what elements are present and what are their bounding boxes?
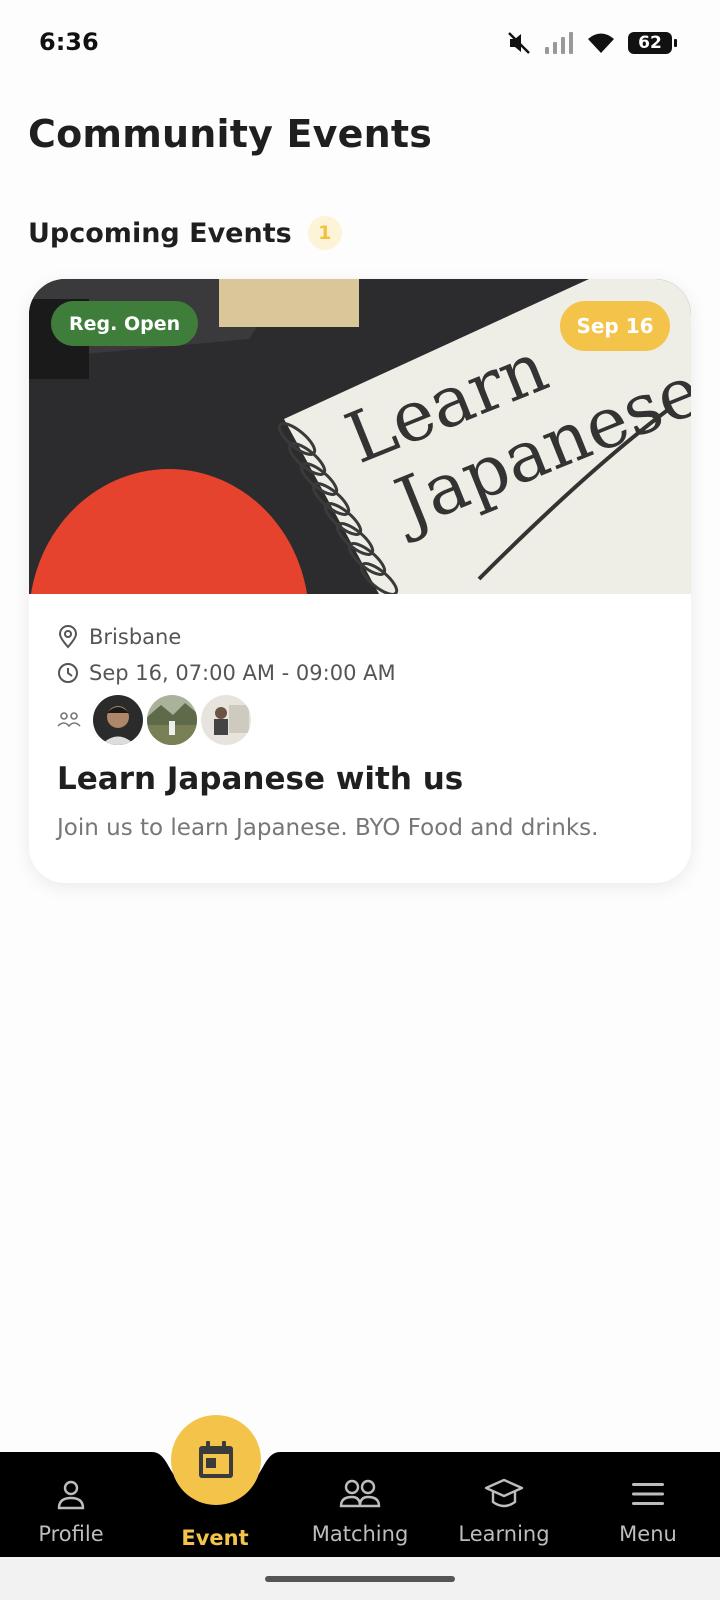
event-title: Learn Japanese with us: [57, 761, 464, 797]
event-card-body: Brisbane Sep 16, 07:00 AM - 09:00 AM Lea…: [57, 619, 663, 841]
mute-icon: [508, 32, 530, 54]
section-header: Upcoming Events 1: [28, 216, 342, 250]
event-date-badge: Sep 16: [560, 301, 670, 351]
nav-item-learning[interactable]: Learning: [434, 1452, 574, 1557]
avatar: [147, 695, 197, 745]
event-card[interactable]: Learn Japanese Reg. Open Sep 16 Brisbane…: [29, 279, 691, 883]
nav-item-menu[interactable]: Menu: [578, 1452, 718, 1557]
nav-item-event[interactable]: [171, 1415, 261, 1505]
person-icon: [57, 1480, 85, 1510]
event-time: Sep 16, 07:00 AM - 09:00 AM: [89, 661, 396, 685]
nav-label-learning: Learning: [458, 1522, 550, 1546]
section-title: Upcoming Events: [28, 217, 292, 249]
battery-level: 62: [638, 33, 662, 53]
event-location: Brisbane: [89, 625, 182, 649]
bottom-nav: Profile Event Matching Learning Menu: [0, 1452, 720, 1557]
nav-item-matching[interactable]: Matching: [290, 1452, 430, 1557]
calendar-icon: [199, 1441, 233, 1478]
status-bar: 6:36 62: [0, 0, 720, 92]
status-time: 6:36: [39, 28, 99, 56]
nav-label-menu: Menu: [619, 1522, 677, 1546]
clock-icon: [58, 663, 78, 683]
battery-icon: 62: [628, 32, 677, 54]
wifi-icon: [588, 33, 614, 53]
people-icon: [57, 712, 81, 728]
event-count-badge: 1: [307, 216, 342, 250]
event-location-row: Brisbane: [57, 619, 663, 655]
menu-icon: [632, 1483, 664, 1505]
event-time-row: Sep 16, 07:00 AM - 09:00 AM: [57, 655, 663, 691]
nav-item-profile[interactable]: Profile: [1, 1452, 141, 1557]
graduation-cap-icon: [484, 1478, 524, 1508]
nav-label-event[interactable]: Event: [145, 1526, 285, 1550]
nav-label-matching: Matching: [311, 1522, 409, 1546]
avatar: [201, 695, 251, 745]
registration-status-badge: Reg. Open: [51, 301, 199, 346]
event-description: Join us to learn Japanese. BYO Food and …: [57, 815, 599, 841]
signal-icon: [545, 32, 573, 54]
location-pin-icon: [58, 625, 78, 649]
nav-label-profile: Profile: [38, 1522, 104, 1546]
people-icon: [339, 1479, 381, 1508]
attendee-avatars[interactable]: [93, 695, 251, 745]
attendees-row: [57, 693, 663, 747]
status-icons: 62: [506, 30, 677, 56]
home-indicator[interactable]: [265, 1576, 455, 1582]
page-title: Community Events: [28, 112, 433, 156]
avatar: [93, 695, 143, 745]
